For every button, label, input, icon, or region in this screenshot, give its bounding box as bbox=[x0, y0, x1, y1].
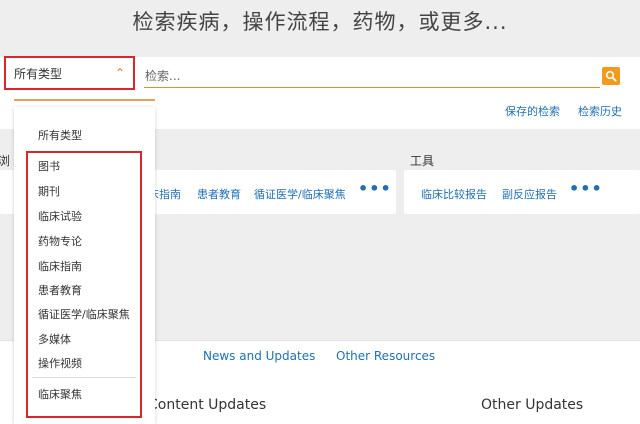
tools-more-button[interactable]: ••• bbox=[569, 179, 603, 198]
search-icon bbox=[605, 70, 617, 82]
dropdown-item-all-types[interactable]: 所有类型 bbox=[38, 127, 82, 143]
chevron-up-icon: ⌃ bbox=[114, 66, 125, 80]
browse-section-title: 浏 bbox=[0, 154, 11, 168]
type-select-value: 所有类型 bbox=[14, 66, 63, 81]
tab-other-resources[interactable]: Other Resources bbox=[336, 349, 435, 363]
select-underline bbox=[14, 99, 155, 101]
content-updates-heading: Content Updates bbox=[148, 397, 267, 413]
search-button[interactable] bbox=[602, 67, 620, 85]
tools-link-clinical-comparison[interactable]: 临床比较报告 bbox=[421, 186, 487, 202]
tools-link-adverse-reaction[interactable]: 副反应报告 bbox=[502, 186, 557, 202]
browse-link-patient-education[interactable]: 患者教育 bbox=[197, 186, 241, 202]
saved-searches-link[interactable]: 保存的检索 bbox=[505, 103, 560, 119]
browse-more-button[interactable]: ••• bbox=[358, 179, 392, 198]
browse-link-evidence[interactable]: 循证医学/临床聚焦 bbox=[254, 186, 346, 202]
search-input[interactable] bbox=[144, 64, 600, 88]
page-title: 检索疾病，操作流程，药物，或更多... bbox=[132, 10, 508, 34]
type-select[interactable]: 所有类型 ⌃ bbox=[4, 56, 135, 90]
tools-section-title: 工具 bbox=[410, 154, 435, 168]
tab-news-and-updates[interactable]: News and Updates bbox=[203, 349, 315, 363]
other-updates-heading: Other Updates bbox=[481, 397, 584, 413]
search-history-link[interactable]: 检索历史 bbox=[578, 103, 622, 119]
highlight-box bbox=[26, 151, 142, 418]
